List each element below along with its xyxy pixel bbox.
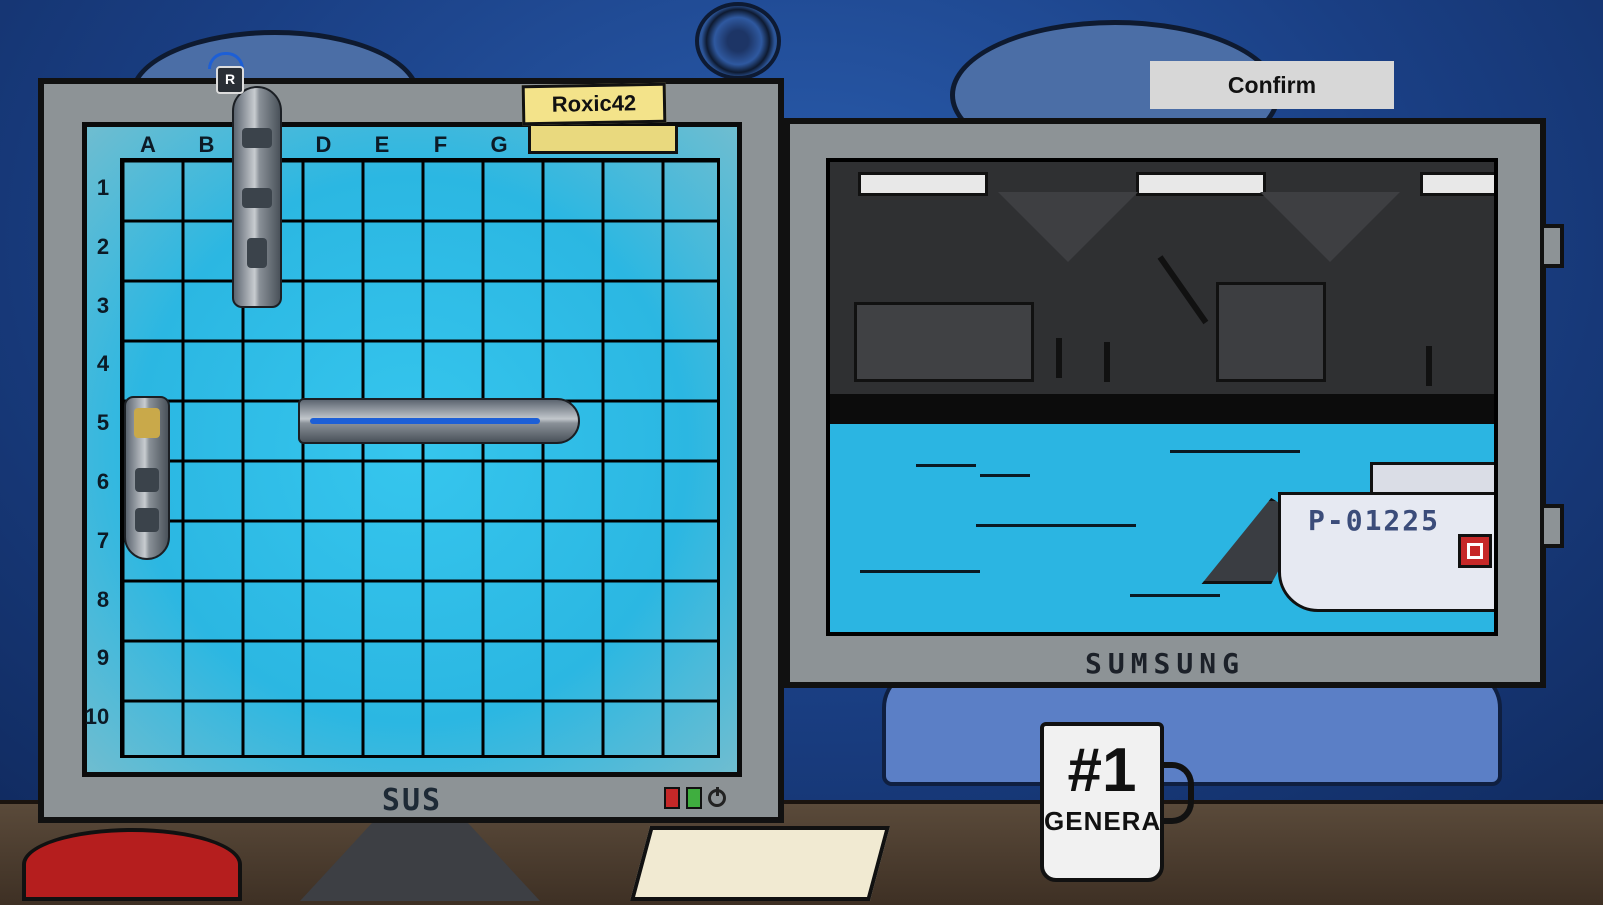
ceiling-light — [858, 172, 988, 196]
ship-turret — [242, 188, 272, 208]
name-tag-shadow — [528, 126, 678, 154]
wave — [976, 524, 1136, 527]
wave — [1130, 594, 1220, 597]
ceiling-light — [1136, 172, 1266, 196]
worker-silhouette — [1426, 346, 1432, 386]
row-label-9: 9 — [96, 645, 110, 671]
cutscene-monitor: P-01225 SUMSUNG — [784, 118, 1564, 688]
row-label-1: 1 — [96, 175, 110, 200]
column-label-f: F — [433, 132, 448, 157]
monitor-side-tab — [1540, 224, 1564, 268]
placement-grid[interactable] — [120, 158, 720, 758]
truck-silhouette — [854, 302, 1034, 382]
worker-silhouette — [1056, 338, 1062, 378]
power-icon[interactable] — [708, 787, 726, 807]
ship-c1[interactable] — [232, 86, 282, 308]
wave — [916, 464, 976, 467]
led-red — [664, 787, 680, 809]
coffee-mug: #1 GENERA — [1040, 722, 1164, 882]
column-label-g: G — [490, 132, 508, 157]
confirm-button[interactable]: Confirm — [1150, 61, 1394, 109]
row-label-8: 8 — [96, 586, 110, 612]
wave — [860, 570, 980, 573]
monitor-leds — [664, 787, 726, 809]
ship-d5[interactable] — [298, 398, 580, 444]
notepad — [629, 826, 891, 901]
ship-deck-marks — [310, 418, 541, 424]
boat-label: P-01225 — [1308, 504, 1441, 537]
ship-turret — [242, 128, 272, 148]
dock — [830, 394, 1494, 424]
column-label-b: B — [198, 132, 215, 157]
monitor-side-tab — [1540, 504, 1564, 548]
column-label-d: D — [315, 132, 332, 157]
wave — [1170, 450, 1300, 453]
row-label-6: 6 — [96, 469, 110, 494]
lifebuoy-icon — [1458, 534, 1492, 568]
row-label-2: 2 — [96, 233, 110, 259]
mug-word: GENERA — [1044, 806, 1162, 836]
row-label-5: 5 — [96, 410, 110, 436]
light-cone — [1260, 192, 1400, 262]
monitor-brand: SUS — [381, 783, 443, 818]
cutscene-screen: P-01225 — [826, 158, 1498, 636]
mug-number: #1 — [1067, 736, 1137, 805]
light-cone — [998, 192, 1138, 262]
ship-turret — [247, 238, 267, 268]
column-label-e: E — [374, 132, 390, 157]
ship-a5[interactable] — [124, 396, 170, 560]
ceiling-light — [1420, 172, 1494, 196]
row-label-4: 4 — [96, 351, 110, 377]
wall-knob — [695, 2, 781, 80]
ashtray — [22, 828, 242, 901]
column-label-a: A — [140, 132, 156, 157]
rotate-key-icon[interactable]: R — [216, 66, 244, 94]
excavator-silhouette — [1216, 282, 1326, 382]
ship-turret — [135, 468, 159, 492]
row-label-3: 3 — [96, 292, 110, 318]
ship-deck — [134, 408, 160, 438]
row-label-10: 10 — [84, 704, 110, 730]
ship-turret — [135, 508, 159, 532]
led-green — [686, 787, 702, 809]
wave — [980, 474, 1030, 477]
excavator-arm — [1157, 255, 1209, 325]
row-label-7: 7 — [96, 527, 110, 553]
tv-brand: SUMSUNG — [1084, 647, 1245, 680]
worker-silhouette — [1104, 342, 1110, 382]
player-name-tag: Roxic42 — [521, 82, 667, 126]
